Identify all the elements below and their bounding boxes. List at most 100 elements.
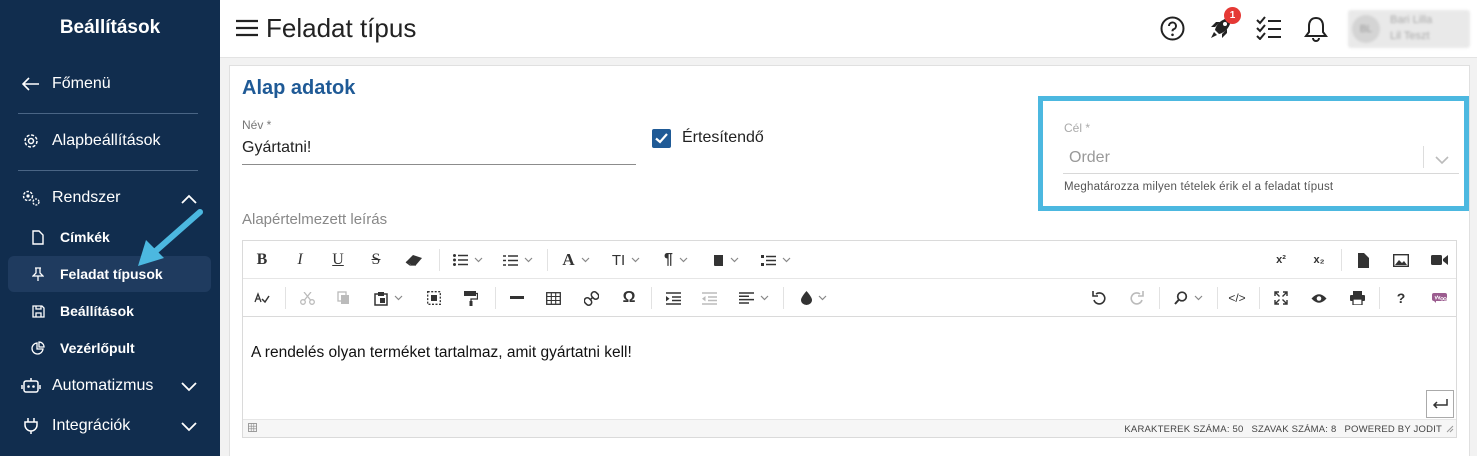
toolbar-separator: [285, 287, 286, 309]
sidebar-item-label: Főmenü: [52, 75, 111, 92]
search-icon[interactable]: [1165, 279, 1211, 317]
file-icon[interactable]: [1347, 241, 1379, 279]
font-icon[interactable]: A: [555, 241, 597, 279]
toolbar-separator: [1379, 287, 1380, 309]
sidebar: Beállítások Főmenü Alapbeállítások Rends…: [0, 0, 220, 456]
sidebar-subitem-settings[interactable]: Beállítások: [8, 293, 211, 329]
print-icon[interactable]: [1341, 279, 1373, 317]
horizontal-rule-icon[interactable]: [501, 279, 533, 317]
avatar: BL: [1352, 15, 1380, 43]
name-label: Név *: [242, 118, 272, 132]
select-separator: [1423, 146, 1424, 168]
toolbar-separator: [651, 287, 652, 309]
hamburger-menu-icon[interactable]: [236, 19, 258, 42]
sidebar-item-integrations[interactable]: Integrációk: [8, 408, 211, 444]
sidebar-item-label: Automatizmus: [52, 377, 154, 394]
paragraph-icon[interactable]: ¶: [655, 241, 697, 279]
strikethrough-icon[interactable]: S: [361, 241, 391, 279]
notify-checkbox[interactable]: [652, 129, 671, 148]
arrow-left-icon: [18, 77, 44, 91]
cut-icon[interactable]: [291, 279, 323, 317]
about-question-icon[interactable]: ?: [1385, 279, 1417, 317]
toolbar-separator: [1341, 249, 1342, 271]
toolbar-separator: [439, 249, 440, 271]
gears-icon: [18, 189, 44, 207]
user-sub: Lil Teszt: [1390, 30, 1430, 42]
character-count: KARAKTEREK SZÁMA: 50: [1124, 424, 1244, 435]
subscript-icon[interactable]: x₂: [1303, 241, 1335, 279]
format-paint-icon[interactable]: [455, 279, 487, 317]
target-select-underline: [1063, 173, 1459, 174]
bold-icon[interactable]: B: [247, 241, 277, 279]
rich-text-editor: B I U S A TI ¶ x² x₂ Ω </> ? A rendelés …: [242, 240, 1457, 438]
target-select[interactable]: Order: [1069, 149, 1110, 167]
font-size-icon[interactable]: TI: [605, 241, 647, 279]
fullscreen-icon[interactable]: [1265, 279, 1297, 317]
source-grid-icon[interactable]: [248, 423, 257, 435]
description-label: Alapértelmezett leírás: [242, 211, 388, 228]
notification-badge: 1: [1224, 7, 1241, 24]
video-icon[interactable]: [1423, 241, 1455, 279]
section-title: Alap adatok: [242, 77, 356, 99]
pie-chart-icon: [28, 341, 48, 355]
target-help-text: Meghatározza milyen tételek érik el a fe…: [1064, 181, 1334, 193]
user-profile[interactable]: BL Bari Lilla Lil Teszt: [1348, 10, 1470, 48]
sidebar-divider: [18, 113, 198, 114]
woocommerce-icon[interactable]: [1423, 279, 1455, 317]
sidebar-item-label: Rendszer: [52, 189, 121, 206]
sidebar-item-automation[interactable]: Automatizmus: [8, 368, 211, 404]
check-icon: [655, 133, 668, 144]
sidebar-item-label: Integrációk: [52, 417, 131, 434]
toolbar-separator: [1259, 287, 1260, 309]
sidebar-item-label: Alapbeállítások: [52, 132, 161, 149]
italic-icon[interactable]: I: [285, 241, 315, 279]
preview-eye-icon[interactable]: [1303, 279, 1335, 317]
color-drop-icon[interactable]: [791, 279, 837, 317]
resize-handle-icon[interactable]: [1444, 423, 1454, 436]
copy-icon[interactable]: [327, 279, 359, 317]
editor-content[interactable]: A rendelés olyan terméket tartalmaz, ami…: [251, 344, 632, 362]
classes-icon[interactable]: [705, 241, 747, 279]
sidebar-subitem-dashboard[interactable]: Vezérlőpult: [8, 330, 211, 366]
superscript-icon[interactable]: x²: [1265, 241, 1297, 279]
bell-icon[interactable]: [1304, 16, 1328, 47]
editor-status-bar: KARAKTEREK SZÁMA: 50 SZAVAK SZÁMA: 8 POW…: [243, 419, 1456, 437]
underline-icon[interactable]: U: [323, 241, 353, 279]
image-icon[interactable]: [1385, 241, 1417, 279]
bullet-list-icon[interactable]: [447, 241, 489, 279]
redo-icon[interactable]: [1121, 279, 1153, 317]
robot-icon: [18, 377, 44, 395]
top-header: Feladat típus: [220, 0, 1477, 58]
file-icon: [28, 229, 48, 245]
align-icon[interactable]: [731, 279, 777, 317]
undo-icon[interactable]: [1083, 279, 1115, 317]
spellcheck-icon[interactable]: [247, 279, 277, 317]
eraser-icon[interactable]: [399, 241, 429, 279]
toolbar-separator: [547, 249, 548, 271]
name-input[interactable]: Gyártatni!: [242, 139, 311, 157]
save-icon: [28, 304, 48, 318]
line-height-icon[interactable]: [755, 241, 797, 279]
select-all-icon[interactable]: [419, 279, 449, 317]
chevron-down-icon: [181, 419, 197, 437]
outdent-icon[interactable]: [693, 279, 725, 317]
table-icon[interactable]: [537, 279, 569, 317]
sidebar-subitem-label: Címkék: [60, 229, 110, 245]
link-icon[interactable]: [575, 279, 607, 317]
powered-by-link[interactable]: POWERED BY JODIT: [1344, 424, 1442, 435]
checklist-icon[interactable]: [1256, 16, 1282, 45]
sidebar-item-main-menu[interactable]: Főmenü: [8, 66, 211, 102]
source-code-icon[interactable]: </>: [1221, 279, 1253, 317]
chevron-down-icon[interactable]: [1435, 152, 1449, 170]
enter-key-button[interactable]: [1426, 390, 1454, 418]
indent-icon[interactable]: [657, 279, 689, 317]
paste-icon[interactable]: [365, 279, 411, 317]
plug-icon: [18, 417, 44, 435]
omega-symbol-icon[interactable]: Ω: [613, 279, 645, 317]
numbered-list-icon[interactable]: [497, 241, 539, 279]
toolbar-separator: [1217, 287, 1218, 309]
help-icon[interactable]: [1160, 16, 1185, 46]
sidebar-title: Beállítások: [59, 17, 161, 38]
sidebar-item-basic-settings[interactable]: Alapbeállítások: [8, 123, 211, 159]
sidebar-subitem-label: Beállítások: [60, 303, 134, 319]
